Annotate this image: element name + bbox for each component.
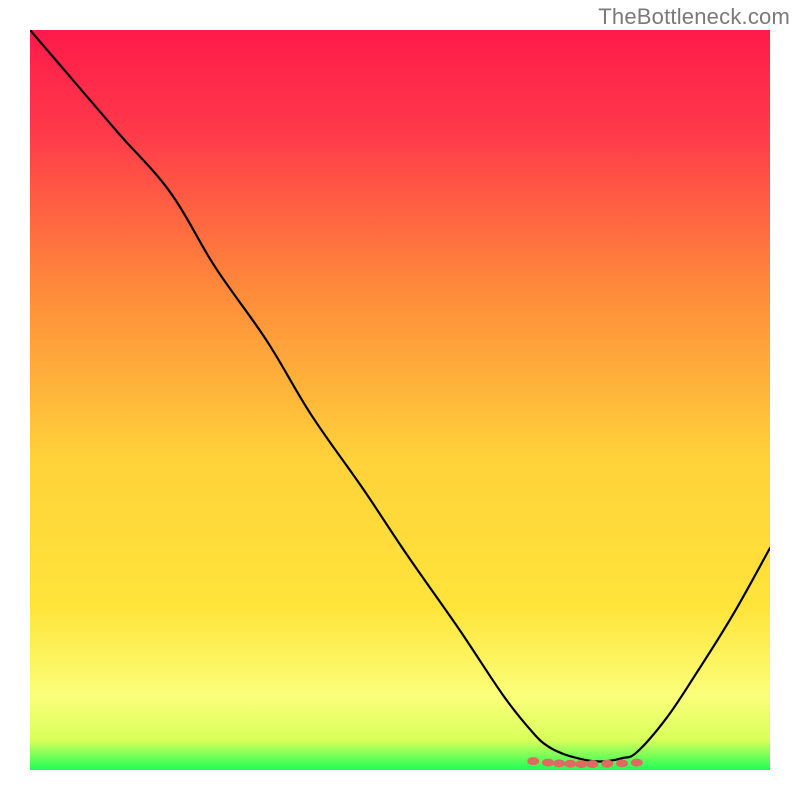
optimal-marker xyxy=(564,760,576,768)
optimal-marker xyxy=(527,757,539,765)
optimal-marker xyxy=(616,759,628,767)
optimal-marker xyxy=(575,760,587,768)
optimal-marker xyxy=(601,760,613,768)
plot-area xyxy=(30,30,770,770)
optimal-marker xyxy=(553,759,565,767)
gradient-background xyxy=(30,30,770,770)
watermark-text: TheBottleneck.com xyxy=(598,4,790,30)
optimal-marker xyxy=(586,760,598,768)
chart-svg xyxy=(30,30,770,770)
optimal-marker xyxy=(631,759,643,767)
optimal-marker xyxy=(542,759,554,767)
chart-container: TheBottleneck.com xyxy=(0,0,800,800)
